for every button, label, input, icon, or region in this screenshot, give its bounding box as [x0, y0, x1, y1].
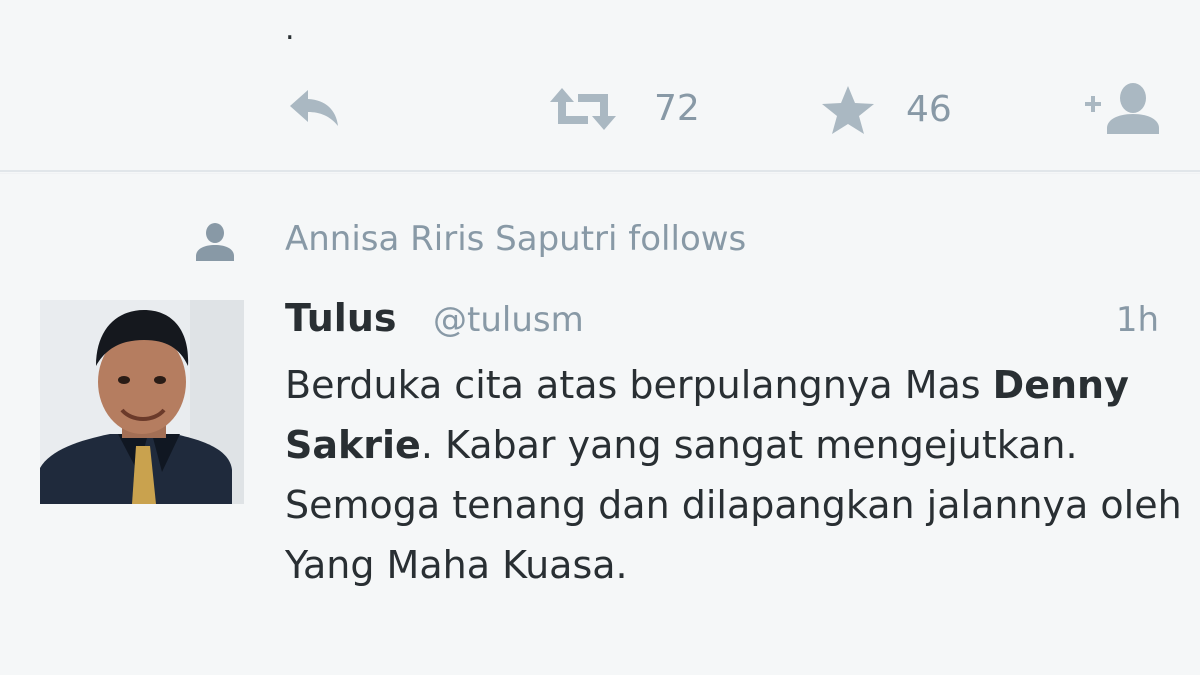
avatar[interactable] — [40, 300, 244, 504]
follow-button[interactable] — [1083, 80, 1163, 138]
add-user-icon — [1083, 80, 1163, 138]
social-context: Annisa Riris Saputri follows — [0, 215, 1200, 271]
retweet-icon — [548, 86, 618, 132]
divider — [0, 170, 1200, 172]
timestamp[interactable]: 1h — [1116, 300, 1159, 340]
reply-icon — [286, 86, 342, 130]
previous-tweet: . 72 46 — [0, 0, 1200, 170]
previous-tweet-text: . — [285, 12, 295, 47]
tweet-text-part1: Berduka cita atas berpulangnya Mas — [285, 363, 981, 407]
social-context-text: Annisa Riris Saputri follows — [285, 219, 747, 259]
tweet-text: Berduka cita atas berpulangnya Mas Denny… — [285, 355, 1185, 595]
user-handle[interactable]: @tulusm — [433, 300, 584, 340]
retweet-button[interactable]: 72 — [548, 86, 700, 132]
favorite-button[interactable]: 46 — [820, 84, 952, 136]
favorite-count: 46 — [906, 89, 952, 130]
star-icon — [820, 84, 876, 136]
divider-shadow — [0, 173, 1200, 174]
retweet-count: 72 — [654, 88, 700, 129]
person-icon — [194, 221, 236, 265]
tweet-header: Tulus @tulusm 1h — [285, 296, 1165, 348]
reply-button[interactable] — [286, 86, 342, 130]
display-name[interactable]: Tulus — [285, 296, 397, 340]
